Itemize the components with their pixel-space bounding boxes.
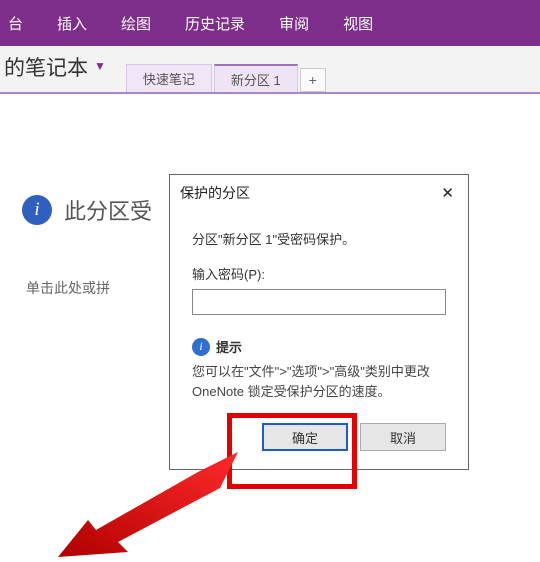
notebook-name-label: 的笔记本 bbox=[4, 52, 88, 82]
section-tab-quick-notes[interactable]: 快速笔记 bbox=[126, 64, 212, 92]
info-icon: i bbox=[22, 195, 52, 225]
section-tabs: 快速笔记 新分区 1 + bbox=[126, 46, 326, 92]
notebook-selector[interactable]: 的笔记本 ▼ bbox=[0, 52, 106, 92]
add-section-button[interactable]: + bbox=[300, 68, 326, 92]
ribbon-tab-start[interactable]: 台 bbox=[6, 13, 23, 34]
title-bar: 的笔记本 ▼ 快速笔记 新分区 1 + bbox=[0, 46, 540, 94]
ribbon-tab-view[interactable]: 视图 bbox=[343, 13, 373, 34]
dialog-title: 保护的分区 bbox=[180, 183, 250, 203]
hint-title: 提示 bbox=[216, 337, 242, 356]
locked-section-heading: 此分区受 bbox=[64, 194, 152, 226]
dialog-message: 分区"新分区 1"受密码保护。 bbox=[192, 229, 446, 248]
password-dialog: 保护的分区 ✕ 分区"新分区 1"受密码保护。 输入密码(P): i 提示 您可… bbox=[169, 174, 469, 470]
chevron-down-icon: ▼ bbox=[94, 59, 106, 75]
cancel-button[interactable]: 取消 bbox=[360, 423, 446, 451]
ribbon-tab-insert[interactable]: 插入 bbox=[57, 13, 87, 34]
password-input[interactable] bbox=[192, 289, 446, 315]
ribbon-menu: 台 插入 绘图 历史记录 审阅 视图 bbox=[0, 0, 540, 46]
hint-text: 您可以在"文件">"选项">"高级"类别中更改 OneNote 锁定受保护分区的… bbox=[192, 362, 446, 401]
ribbon-tab-history[interactable]: 历史记录 bbox=[185, 13, 245, 34]
close-icon[interactable]: ✕ bbox=[437, 184, 458, 202]
section-tab-new-section[interactable]: 新分区 1 bbox=[214, 64, 298, 92]
info-icon: i bbox=[192, 338, 210, 356]
password-label: 输入密码(P): bbox=[192, 264, 446, 283]
dialog-titlebar: 保护的分区 ✕ bbox=[170, 175, 468, 211]
ribbon-tab-review[interactable]: 审阅 bbox=[279, 13, 309, 34]
ok-button[interactable]: 确定 bbox=[262, 423, 348, 451]
ribbon-tab-draw[interactable]: 绘图 bbox=[121, 13, 151, 34]
